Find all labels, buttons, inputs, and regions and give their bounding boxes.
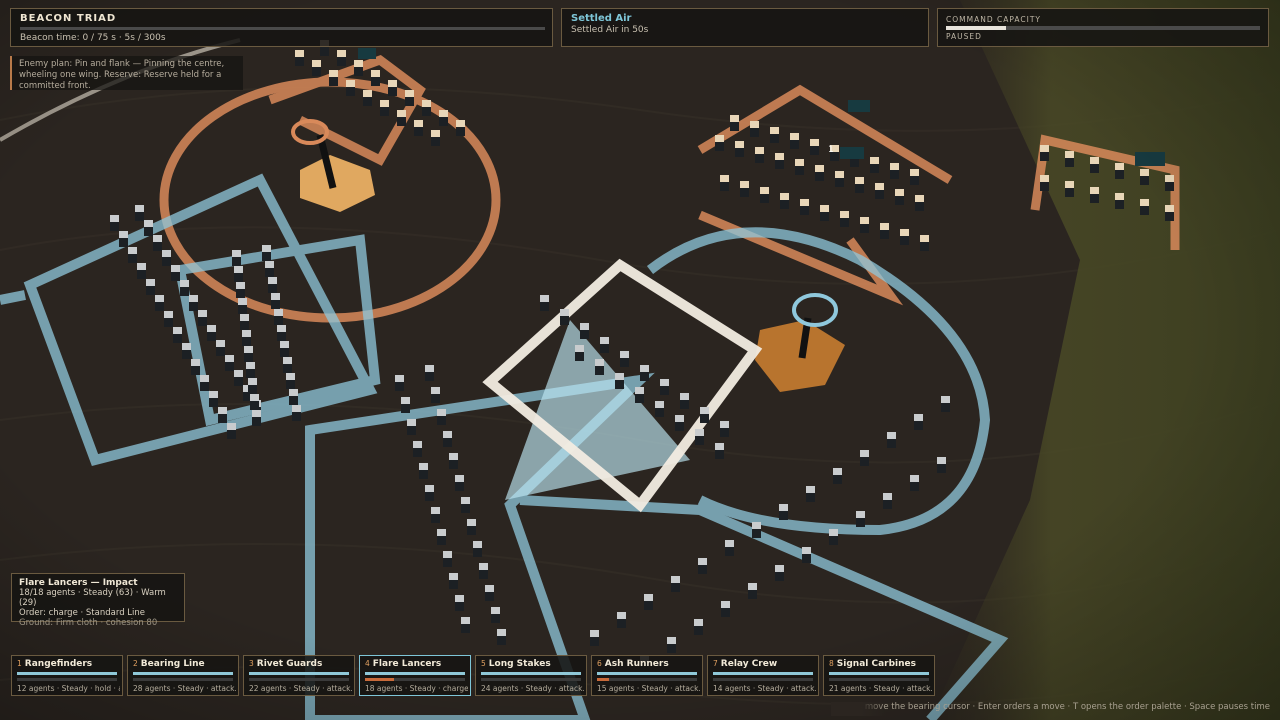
selected-unit-panel: Flare Lancers — Impact 18/18 agents · St…: [11, 573, 185, 628]
selected-unit-title: Flare Lancers — Impact: [19, 578, 138, 588]
unit-card-name: 3 Rivet Guards: [249, 659, 323, 669]
unit-strength-bar: [481, 672, 581, 675]
command-capacity-panel: COMMAND CAPACITY PAUSED: [937, 8, 1269, 47]
unit-fatigue-bar: [713, 678, 813, 681]
unit-card-ash-runners[interactable]: 6 Ash Runners 15 agents · Steady · attack.…: [591, 655, 703, 696]
unit-card-name: 6 Ash Runners: [597, 659, 669, 669]
unit-strength-bar: [249, 672, 349, 675]
unit-fatigue-bar: [365, 678, 465, 681]
unit-card-flare-lancers[interactable]: 4 Flare Lancers 18 agents · Steady · charg…: [359, 655, 471, 696]
unit-strength-bar: [17, 672, 117, 675]
command-capacity-label: COMMAND CAPACITY: [946, 15, 1042, 24]
selected-unit-order: Order: charge · Standard Line: [19, 608, 146, 618]
battlefield-map[interactable]: 1: [0, 0, 1280, 720]
beacon-timer: Beacon time: 0 / 75 s · 5s / 300s: [20, 33, 166, 43]
selected-unit-ground: Ground: Firm cloth · cohesion 80: [19, 618, 158, 628]
unit-card-status: 12 agents · Steady · hold · a...: [17, 684, 120, 693]
unit-card-long-stakes[interactable]: 5 Long Stakes 24 agents · Steady · attack.…: [475, 655, 587, 696]
unit-card-signal-carbines[interactable]: 8 Signal Carbines 21 agents · Steady · att…: [823, 655, 935, 696]
mission-title: BEACON TRIAD: [20, 13, 117, 24]
unit-card-status: 15 agents · Steady · attack...: [597, 684, 700, 693]
weather-title: Settled Air: [571, 13, 632, 24]
unit-card-name: 4 Flare Lancers: [365, 659, 442, 669]
unit-card-name: 7 Relay Crew: [713, 659, 778, 669]
selected-unit-agents: 18/18 agents · Steady (63) · Warm (29): [19, 588, 166, 608]
unit-fatigue-bar: [249, 678, 349, 681]
unit-fatigue-bar: [481, 678, 581, 681]
unit-card-rivet-guards[interactable]: 3 Rivet Guards 22 agents · Steady · attack…: [243, 655, 355, 696]
unit-card-name: 5 Long Stakes: [481, 659, 551, 669]
pause-status: PAUSED: [946, 32, 982, 41]
enemy-plan-note: Enemy plan: Pin and flank — Pinning the …: [10, 56, 243, 91]
unit-card-name: 8 Signal Carbines: [829, 659, 917, 669]
unit-card-bearing-line[interactable]: 2 Bearing Line 28 agents · Steady · attack…: [127, 655, 239, 696]
unit-strength-bar: [365, 672, 465, 675]
unit-card-name: 1 Rangefinders: [17, 659, 93, 669]
vignette: [0, 0, 1280, 720]
unit-fatigue-bar: [829, 678, 929, 681]
unit-card-status: 28 agents · Steady · attack...: [133, 684, 236, 693]
unit-card-status: 22 agents · Steady · attack...: [249, 684, 352, 693]
unit-card-status: 14 agents · Steady · attack...: [713, 684, 816, 693]
weather-subtitle: Settled Air in 50s: [571, 25, 649, 35]
mission-panel: BEACON TRIAD Beacon time: 0 / 75 s · 5s …: [10, 8, 553, 47]
unit-card-status: 18 agents · Steady · charge: [365, 684, 468, 693]
unit-fatigue-bar: [597, 678, 697, 681]
unit-card-rangefinders[interactable]: 1 Rangefinders 12 agents · Steady · hold ·…: [11, 655, 123, 696]
unit-card-relay-crew[interactable]: 7 Relay Crew 14 agents · Steady · attack..…: [707, 655, 819, 696]
command-capacity-bar: [946, 26, 1260, 30]
unit-card-status: 24 agents · Steady · attack...: [481, 684, 584, 693]
unit-fatigue-bar: [133, 678, 233, 681]
weather-panel: Settled Air Settled Air in 50s: [561, 8, 929, 47]
beacon-progress-bar: [20, 27, 545, 30]
unit-card-status: 21 agents · Steady · attack...: [829, 684, 932, 693]
unit-card-name: 2 Bearing Line: [133, 659, 205, 669]
unit-strength-bar: [597, 672, 697, 675]
unit-strength-bar: [713, 672, 813, 675]
control-hints: Arrows move the bearing cursor · Enter o…: [831, 702, 1270, 716]
unit-strength-bar: [829, 672, 929, 675]
unit-fatigue-bar: [17, 678, 117, 681]
unit-strength-bar: [133, 672, 233, 675]
